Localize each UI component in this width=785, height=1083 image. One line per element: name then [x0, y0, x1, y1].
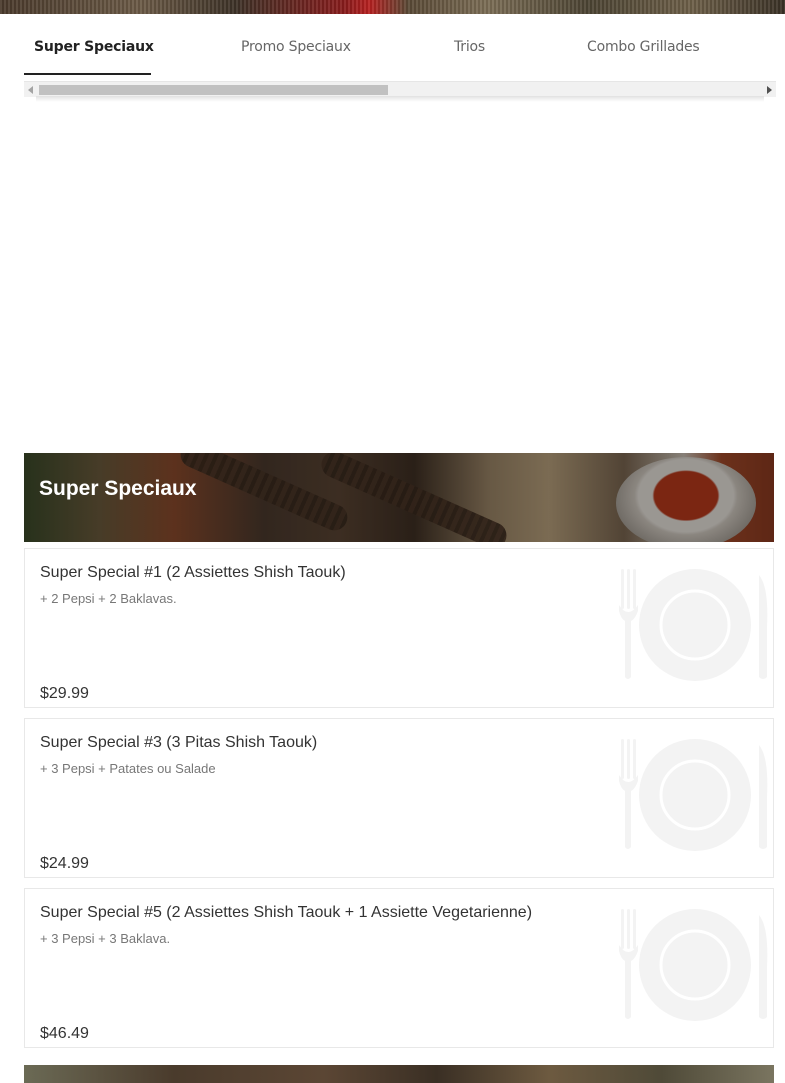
tab-combo-grillades[interactable]: Combo Grillades [587, 14, 700, 76]
menu-item-price: $24.99 [40, 855, 89, 872]
triangle-right-icon[interactable] [767, 86, 772, 94]
menu-item-price: $29.99 [40, 685, 89, 702]
section-banner: Super Speciaux [24, 453, 774, 542]
menu-item-description: + 2 Pepsi + 2 Baklavas. [40, 591, 177, 606]
next-section-banner [24, 1065, 774, 1083]
tab-super-speciaux[interactable]: Super Speciaux [34, 14, 154, 76]
section-title: Super Speciaux [39, 477, 197, 500]
tabs-shadow [36, 96, 764, 102]
triangle-left-icon[interactable] [28, 86, 33, 94]
hero-image-strip [0, 0, 785, 14]
active-tab-indicator [24, 73, 151, 75]
menu-item-name: Super Special #5 (2 Assiettes Shish Taou… [40, 904, 533, 921]
tab-trios[interactable]: Trios [454, 14, 485, 76]
category-tabs: Super Speciaux Promo Speciaux Trios Comb… [24, 14, 776, 76]
tab-promo-speciaux[interactable]: Promo Speciaux [241, 14, 351, 76]
menu-item-card[interactable]: Super Special #5 (2 Assiettes Shish Taou… [24, 888, 774, 1048]
plate-fork-knife-icon [619, 739, 768, 851]
menu-item-card[interactable]: Super Special #1 (2 Assiettes Shish Taou… [24, 548, 774, 708]
menu-item-description: + 3 Pepsi + Patates ou Salade [40, 761, 216, 776]
menu-item-description: + 3 Pepsi + 3 Baklava. [40, 931, 171, 946]
menu-item-price: $46.49 [40, 1025, 89, 1042]
menu-item-card[interactable]: Super Special #3 (3 Pitas Shish Taouk) +… [24, 718, 774, 878]
plate-fork-knife-icon [619, 909, 768, 1021]
menu-item-name: Super Special #1 (2 Assiettes Shish Taou… [40, 564, 346, 581]
plate-fork-knife-icon [619, 569, 768, 681]
tabs-horizontal-scrollbar[interactable] [24, 81, 776, 97]
menu-item-name: Super Special #3 (3 Pitas Shish Taouk) [40, 734, 318, 751]
scrollbar-thumb[interactable] [39, 85, 388, 95]
